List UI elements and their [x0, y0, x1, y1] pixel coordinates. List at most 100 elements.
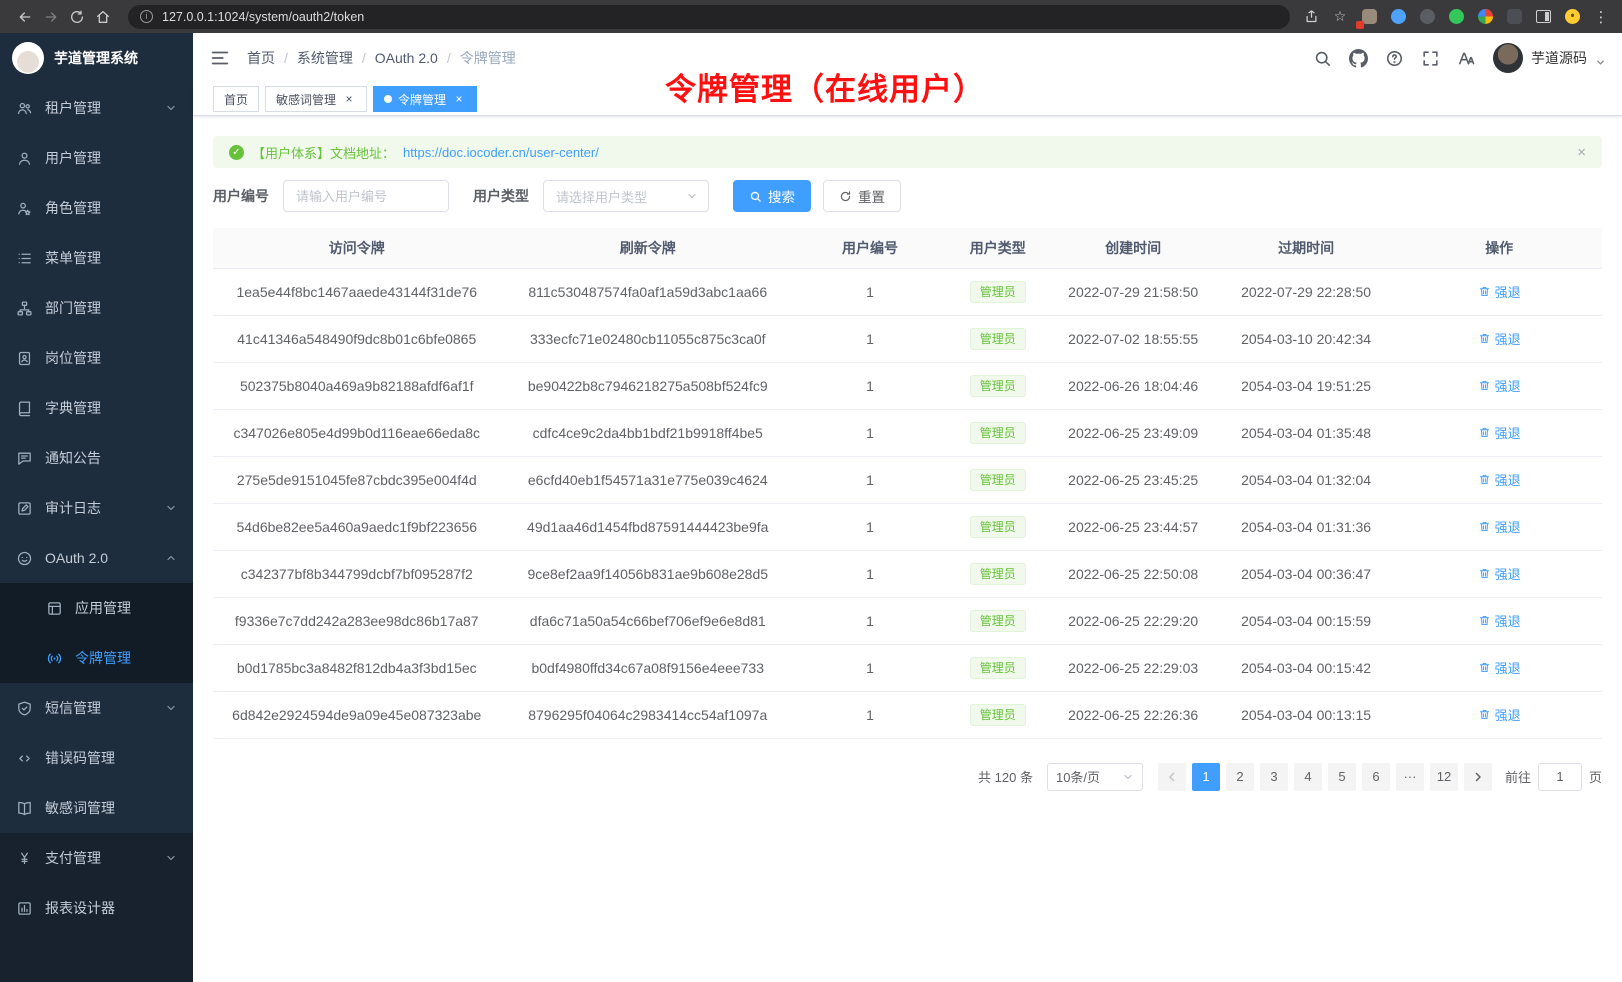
share-icon[interactable] [1302, 8, 1320, 26]
pagination-page-button[interactable]: 12 [1430, 763, 1458, 791]
force-logout-button[interactable]: 强退 [1478, 611, 1521, 630]
pagination-page-button[interactable]: 4 [1294, 763, 1322, 791]
sidebar-item[interactable]: OAuth 2.0 [0, 533, 193, 583]
pagination-next-button[interactable] [1464, 763, 1492, 791]
sidebar-item[interactable]: 报表设计器 [0, 883, 193, 933]
force-logout-button[interactable]: 强退 [1478, 282, 1521, 301]
sidebar-item[interactable]: 角色管理 [0, 183, 193, 233]
table-row: 54d6be82ee5a460a9aedc1f9bf22365649d1aa46… [213, 503, 1602, 550]
sidebar-item[interactable]: 岗位管理 [0, 333, 193, 383]
pagination-page-button[interactable]: 2 [1226, 763, 1254, 791]
force-logout-button[interactable]: 强退 [1478, 658, 1521, 677]
close-icon[interactable]: × [452, 92, 466, 106]
user-icon [16, 150, 33, 167]
tab-item[interactable]: 敏感词管理× [265, 86, 367, 112]
profile-avatar-icon[interactable] [1563, 8, 1581, 26]
font-size-icon[interactable] [1457, 49, 1476, 68]
column-header: 创建时间 [1051, 228, 1216, 268]
sensitive-word-icon [16, 800, 33, 817]
sidebar-item[interactable]: 通知公告 [0, 433, 193, 483]
force-logout-button[interactable]: 强退 [1478, 470, 1521, 489]
sidebar-item[interactable]: 菜单管理 [0, 233, 193, 283]
sidebar-item[interactable]: 应用管理 [0, 583, 193, 633]
sidebar-item[interactable]: 审计日志 [0, 483, 193, 533]
sidebar-item-label: 菜单管理 [45, 248, 101, 268]
extension-green-icon[interactable] [1447, 8, 1465, 26]
user-type-select[interactable]: 请选择用户类型 [543, 180, 709, 212]
user-dropdown[interactable]: 芋道源码 [1493, 43, 1606, 73]
reset-button[interactable]: 重置 [823, 180, 901, 212]
browser-address-bar[interactable]: i 127.0.0.1:1024/system/oauth2/token [128, 5, 1290, 29]
chevron-down-icon [165, 502, 177, 514]
user-id-cell: 1 [795, 362, 945, 409]
extension-globe-icon[interactable] [1418, 8, 1436, 26]
close-icon[interactable]: × [342, 92, 356, 106]
extension-dark-icon[interactable] [1505, 8, 1523, 26]
alert-close-icon[interactable]: × [1577, 144, 1586, 161]
extension-box-icon[interactable] [1360, 8, 1378, 26]
browser-home-icon[interactable] [90, 4, 116, 30]
site-info-icon[interactable]: i [140, 10, 153, 23]
user-type-tag: 管理员 [970, 563, 1026, 585]
force-logout-button[interactable]: 强退 [1478, 329, 1521, 348]
pagination-prev-button[interactable] [1158, 763, 1186, 791]
sidebar-item[interactable]: 支付管理 [0, 833, 193, 883]
tab-active[interactable]: 令牌管理× [373, 86, 477, 112]
hamburger-icon[interactable] [209, 47, 231, 69]
page-size-select[interactable]: 10条/页 [1047, 763, 1143, 791]
doc-link[interactable]: https://doc.iocoder.cn/user-center/ [403, 145, 599, 160]
sidebar: 芋道管理系统 租户管理用户管理角色管理菜单管理部门管理岗位管理字典管理通知公告审… [0, 33, 193, 982]
expire-time-cell: 2054-03-04 01:31:36 [1216, 503, 1397, 550]
breadcrumb-item[interactable]: 系统管理 [297, 48, 353, 68]
goto-page-input[interactable] [1538, 763, 1582, 791]
sidebar-item[interactable]: 令牌管理 [0, 633, 193, 683]
sidebar-item[interactable]: 用户管理 [0, 133, 193, 183]
browser-refresh-icon[interactable] [64, 4, 90, 30]
access-token-cell: 54d6be82ee5a460a9aedc1f9bf223656 [213, 503, 501, 550]
sidebar-item[interactable]: 错误码管理 [0, 733, 193, 783]
browser-forward-icon[interactable] [38, 4, 64, 30]
sidebar-item[interactable]: 短信管理 [0, 683, 193, 733]
extension-pinwheel-icon[interactable] [1476, 8, 1494, 26]
search-button[interactable]: 搜索 [733, 180, 811, 212]
bookmark-star-icon[interactable]: ☆ [1331, 8, 1349, 26]
breadcrumb-item[interactable]: OAuth 2.0 [375, 50, 438, 66]
force-logout-button[interactable]: 强退 [1478, 423, 1521, 442]
pagination-more-button[interactable]: ··· [1396, 763, 1424, 791]
force-logout-button[interactable]: 强退 [1478, 564, 1521, 583]
action-cell: 强退 [1396, 597, 1602, 644]
audit-log-icon [16, 500, 33, 517]
app-logo[interactable]: 芋道管理系统 [0, 33, 193, 83]
fullscreen-icon[interactable] [1421, 49, 1440, 68]
sidebar-item-label: 通知公告 [45, 448, 101, 468]
user-id-input[interactable] [283, 180, 449, 212]
browser-menu-icon[interactable]: ⋮ [1592, 8, 1610, 26]
pagination-page-button[interactable]: 3 [1260, 763, 1288, 791]
extension-blue-icon[interactable] [1389, 8, 1407, 26]
expire-time-cell: 2054-03-04 19:51:25 [1216, 362, 1397, 409]
force-logout-button[interactable]: 强退 [1478, 705, 1521, 724]
pagination: 共 120 条 10条/页 123456···12 前往 页 [213, 763, 1602, 791]
browser-back-icon[interactable] [12, 4, 38, 30]
github-icon[interactable] [1349, 49, 1368, 68]
force-logout-button[interactable]: 强退 [1478, 376, 1521, 395]
search-icon[interactable] [1313, 49, 1332, 68]
user-type-cell: 管理员 [945, 691, 1051, 738]
sidebar-toggle-icon[interactable] [1534, 8, 1552, 26]
table-row: c347026e805e4d99b0d116eae66eda8ccdfc4ce9… [213, 409, 1602, 456]
pagination-page-button[interactable]: 6 [1362, 763, 1390, 791]
breadcrumb-item[interactable]: 首页 [247, 48, 275, 68]
tab-item[interactable]: 首页 [213, 86, 259, 112]
sidebar-item[interactable]: 敏感词管理 [0, 783, 193, 833]
user-type-tag: 管理员 [970, 516, 1026, 538]
force-logout-button[interactable]: 强退 [1478, 517, 1521, 536]
pagination-page-button[interactable]: 1 [1192, 763, 1220, 791]
sidebar-item[interactable]: 租户管理 [0, 83, 193, 133]
pagination-page-button[interactable]: 5 [1328, 763, 1356, 791]
user-id-cell: 1 [795, 691, 945, 738]
sidebar-item[interactable]: 字典管理 [0, 383, 193, 433]
logo-avatar [12, 42, 44, 74]
sidebar-item[interactable]: 部门管理 [0, 283, 193, 333]
app-title: 芋道管理系统 [54, 48, 138, 68]
help-icon[interactable] [1385, 49, 1404, 68]
